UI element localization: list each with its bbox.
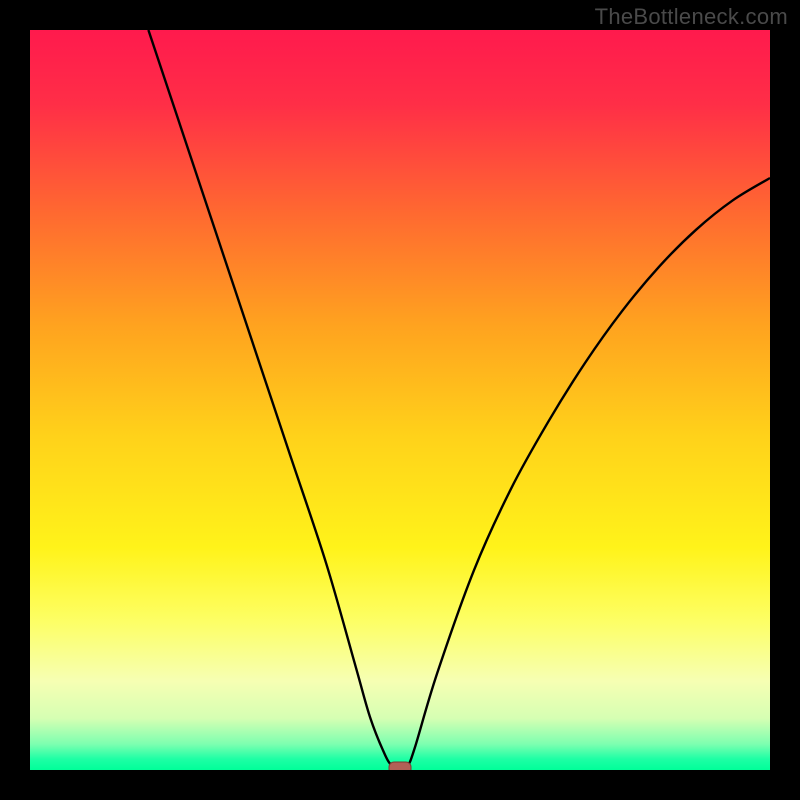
chart-svg <box>30 30 770 770</box>
optimal-marker <box>389 762 411 770</box>
watermark-text: TheBottleneck.com <box>595 4 788 30</box>
gradient-background <box>30 30 770 770</box>
outer-frame: TheBottleneck.com <box>0 0 800 800</box>
plot-area <box>30 30 770 770</box>
